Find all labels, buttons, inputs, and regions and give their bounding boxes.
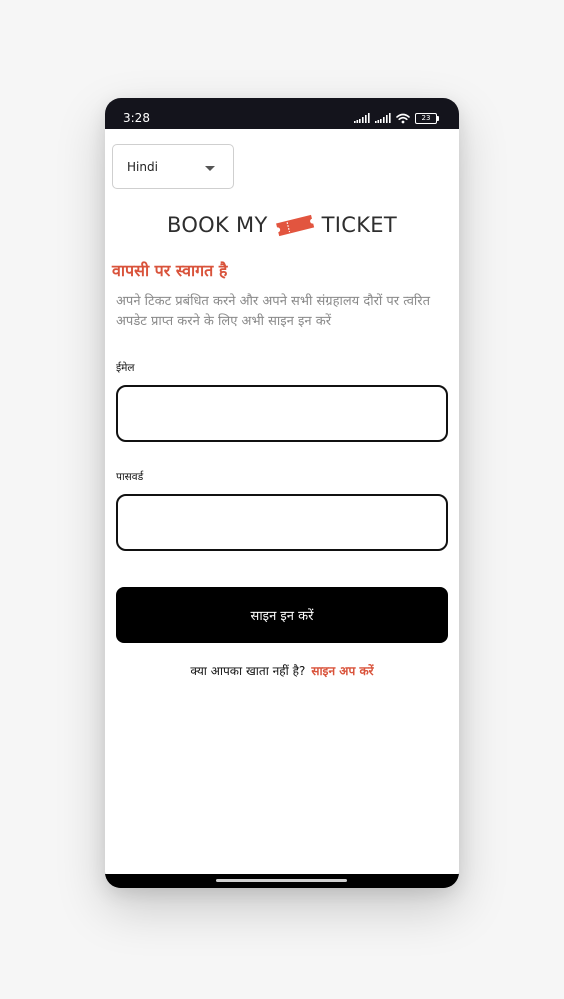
email-label: ईमेल — [116, 362, 135, 374]
password-label: पासवर्ड — [116, 471, 144, 483]
ticket-icon — [275, 214, 314, 237]
logo-text-left: BOOK MY — [167, 213, 268, 237]
home-indicator[interactable] — [216, 879, 347, 882]
status-time: 3:28 — [123, 111, 150, 125]
sign-in-button[interactable]: साइन इन करें — [116, 587, 448, 643]
signup-prompt: क्या आपका खाता नहीं है? — [190, 664, 306, 678]
app-screen: Hindi BOOK MY TICKET वापसी पर स्वागत है … — [105, 129, 459, 874]
status-icons: 23 — [354, 111, 439, 125]
language-select[interactable]: Hindi — [112, 144, 234, 189]
app-logo: BOOK MY TICKET — [105, 211, 459, 239]
signal-icon-2 — [375, 113, 391, 123]
email-field[interactable] — [116, 385, 448, 442]
phone-frame: 3:28 23 Hindi BOOK MY TICKET वापसी पर स्… — [105, 98, 459, 888]
chevron-down-icon — [205, 166, 215, 171]
welcome-title: वापसी पर स्वागत है — [112, 261, 228, 280]
password-field[interactable] — [116, 494, 448, 551]
signal-icon — [354, 113, 370, 123]
language-selected-value: Hindi — [127, 160, 158, 174]
sign-up-link[interactable]: साइन अप करें — [311, 664, 373, 678]
navigation-bar — [105, 874, 459, 888]
signup-row: क्या आपका खाता नहीं है? साइन अप करें — [105, 663, 459, 679]
battery-icon: 23 — [415, 112, 439, 124]
welcome-description: अपने टिकट प्रबंधित करने और अपने सभी संग्… — [116, 294, 431, 329]
wifi-icon — [396, 113, 410, 123]
status-bar: 3:28 23 — [105, 98, 459, 129]
logo-text-right: TICKET — [321, 213, 397, 237]
